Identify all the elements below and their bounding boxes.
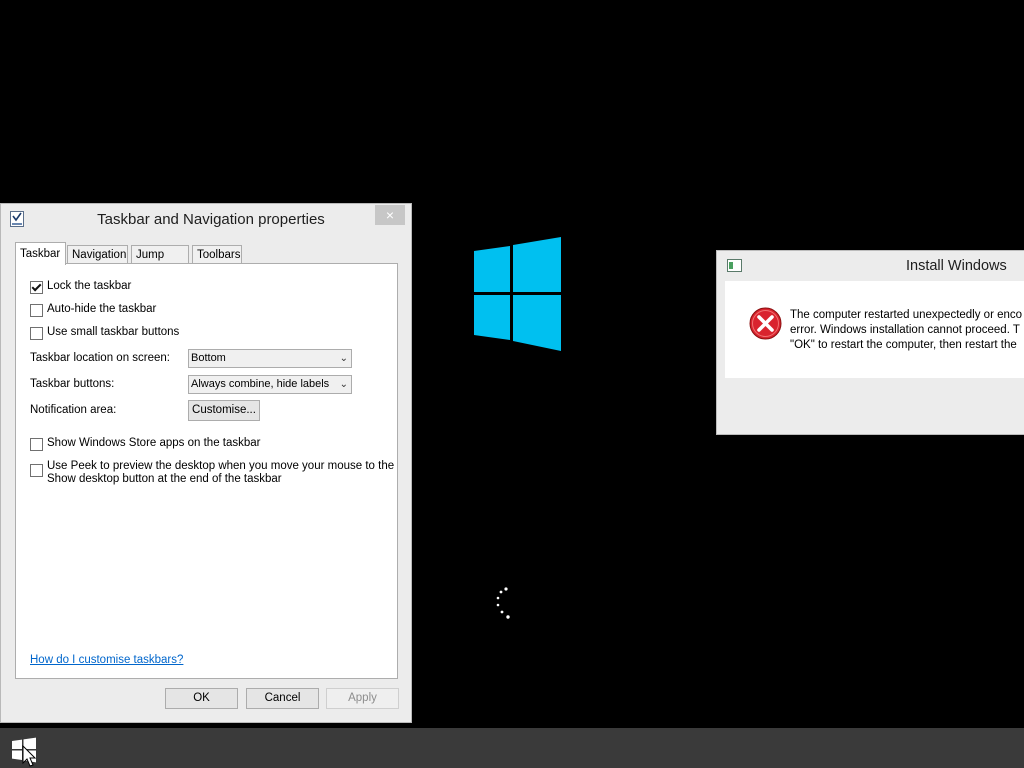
close-button[interactable]: ×: [375, 205, 405, 225]
peek-checkbox[interactable]: [30, 464, 43, 477]
error-message-line: error. Windows installation cannot proce…: [790, 324, 1020, 336]
error-message-line: "OK" to restart the computer, then resta…: [790, 339, 1017, 351]
small-buttons-label: Use small taskbar buttons: [47, 326, 180, 338]
lock-taskbar-option[interactable]: Lock the taskbar: [30, 280, 131, 294]
lock-taskbar-checkbox[interactable]: [30, 281, 43, 294]
windows-logo-icon: [474, 237, 561, 351]
chevron-down-icon: ⌄: [339, 353, 348, 364]
peek-label-line2: Show desktop button at the end of the ta…: [47, 473, 282, 485]
loading-dots-icon: [496, 587, 510, 619]
chevron-down-icon: ⌄: [339, 379, 348, 390]
location-label: Taskbar location on screen:: [30, 352, 170, 364]
error-message: The computer restarted unexpectedly or e…: [790, 308, 1024, 353]
small-buttons-option[interactable]: Use small taskbar buttons: [30, 326, 179, 340]
location-select-value: Bottom: [191, 352, 226, 364]
taskbar-buttons-select[interactable]: Always combine, hide labels ⌄: [188, 375, 352, 394]
auto-hide-checkbox[interactable]: [30, 304, 43, 317]
notification-area-label: Notification area:: [30, 404, 117, 416]
taskbar-buttons-label: Taskbar buttons:: [30, 378, 115, 390]
auto-hide-option[interactable]: Auto-hide the taskbar: [30, 303, 156, 317]
store-apps-label: Show Windows Store apps on the taskbar: [47, 437, 261, 449]
tab-toolbars[interactable]: Toolbars: [192, 245, 242, 263]
auto-hide-label: Auto-hide the taskbar: [47, 303, 157, 315]
cancel-button[interactable]: Cancel: [246, 688, 319, 709]
store-apps-checkbox[interactable]: [30, 438, 43, 451]
small-buttons-checkbox[interactable]: [30, 327, 43, 340]
install-dialog-body: The computer restarted unexpectedly or e…: [725, 281, 1024, 378]
taskbar-buttons-select-value: Always combine, hide labels: [191, 378, 330, 390]
help-link[interactable]: How do I customise taskbars?: [30, 654, 183, 666]
peek-label: Use Peek to preview the desktop when you…: [47, 460, 394, 486]
peek-label-line1: Use Peek to preview the desktop when you…: [47, 460, 395, 472]
error-message-line: The computer restarted unexpectedly or e…: [790, 309, 1023, 321]
dialog-title: Taskbar and Navigation properties: [97, 211, 325, 228]
tab-taskbar[interactable]: Taskbar: [15, 242, 66, 265]
apply-button[interactable]: Apply: [326, 688, 399, 709]
mouse-cursor-icon: [22, 745, 37, 767]
taskbar-tab-panel: Lock the taskbar Auto-hide the taskbar U…: [15, 263, 398, 679]
error-x-icon: [749, 307, 782, 340]
install-app-icon: [727, 259, 742, 272]
store-apps-option[interactable]: Show Windows Store apps on the taskbar: [30, 437, 261, 451]
taskbar: [0, 728, 1024, 768]
dialog-title-bar[interactable]: Taskbar and Navigation properties ×: [1, 204, 411, 234]
taskbar-properties-dialog: Taskbar and Navigation properties × Task…: [0, 203, 412, 723]
tab-jump-lists[interactable]: Jump Lists: [131, 245, 189, 279]
customise-button[interactable]: Customise...: [188, 400, 260, 421]
ok-button[interactable]: OK: [165, 688, 238, 709]
install-windows-dialog: Install Windows The computer restarted u…: [716, 250, 1024, 435]
tab-navigation[interactable]: Navigation: [67, 245, 128, 263]
lock-taskbar-label: Lock the taskbar: [47, 280, 132, 292]
peek-option[interactable]: Use Peek to preview the desktop when you…: [30, 460, 394, 486]
install-dialog-title: Install Windows: [906, 258, 1007, 274]
location-select[interactable]: Bottom ⌄: [188, 349, 352, 368]
